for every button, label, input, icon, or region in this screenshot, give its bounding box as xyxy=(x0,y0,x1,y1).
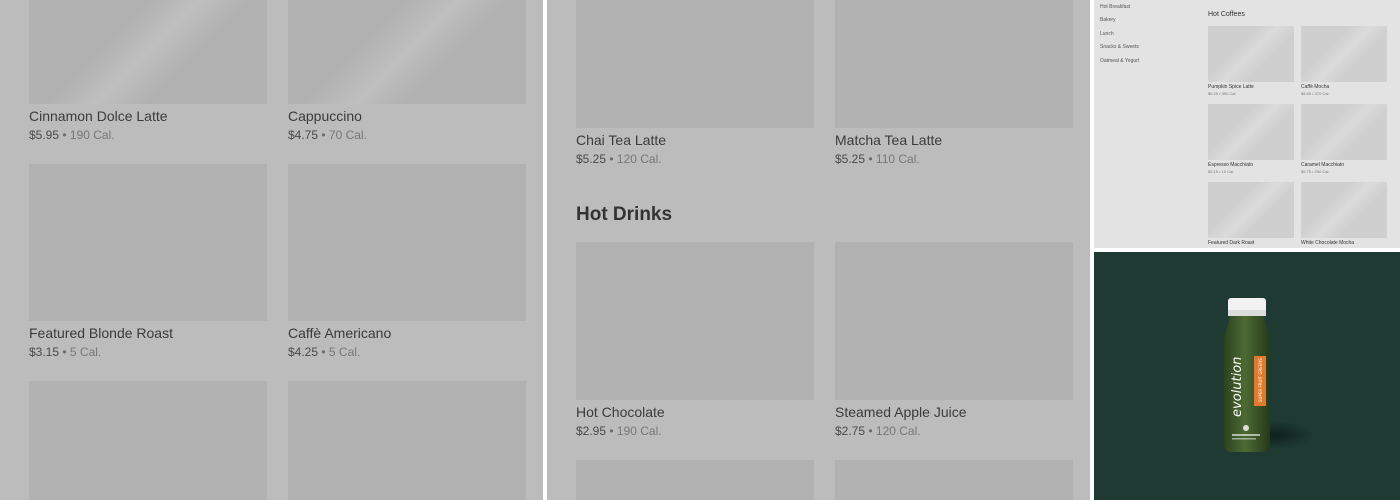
item-calories: 190 Cal. xyxy=(69,128,115,142)
sidebar-item-lunch[interactable]: Lunch xyxy=(1100,31,1114,37)
item-image[interactable] xyxy=(29,381,267,500)
item-meta: $2.75 • 120 Cal. xyxy=(835,424,921,438)
item-image[interactable] xyxy=(1301,182,1387,238)
sidebar-item-snacks-sweets[interactable]: Snacks & Sweets xyxy=(1100,44,1139,50)
item-price: $2.75 xyxy=(835,424,866,438)
item-name[interactable]: Hot Chocolate xyxy=(576,404,665,420)
brand-logo: evolution xyxy=(1230,357,1245,417)
item-calories: 110 Cal. xyxy=(875,152,920,166)
item-meta: $4.75 • 70 Cal. xyxy=(288,128,367,142)
organic-seal-icon xyxy=(1243,425,1249,431)
item-image[interactable] xyxy=(835,0,1073,128)
item-name[interactable]: White Chocolate Mocha xyxy=(1301,240,1354,246)
item-name[interactable]: Cappuccino xyxy=(288,108,362,124)
item-image[interactable] xyxy=(1208,104,1294,160)
svg-text:SUPER FRUIT GREENS: SUPER FRUIT GREENS xyxy=(1258,358,1263,402)
item-name[interactable]: Cinnamon Dolce Latte xyxy=(29,108,168,124)
item-meta: $5.75 • 250 Cal. xyxy=(1301,169,1330,174)
item-meta: $4.25 • 5 Cal. xyxy=(288,345,361,359)
item-name[interactable]: Featured Dark Roast xyxy=(1208,240,1254,246)
item-name[interactable]: Steamed Apple Juice xyxy=(835,404,967,420)
item-calories: 5 Cal. xyxy=(328,345,361,359)
section-title: Hot Coffees xyxy=(1208,11,1245,18)
item-image[interactable] xyxy=(1301,104,1387,160)
section-title: Hot Drinks xyxy=(576,204,673,225)
item-calories: 70 Cal. xyxy=(328,128,367,142)
item-name[interactable]: Caramel Macchiato xyxy=(1301,162,1344,168)
item-name[interactable]: Chai Tea Latte xyxy=(576,132,666,148)
item-image[interactable] xyxy=(576,0,814,128)
item-image[interactable] xyxy=(29,164,267,321)
juice-bottle-image: evolution SUPER FRUIT GREENS xyxy=(1224,298,1314,452)
item-price: $4.75 xyxy=(288,128,319,142)
item-calories: 190 Cal. xyxy=(616,424,662,438)
item-name[interactable]: Espresso Macchiato xyxy=(1208,162,1253,168)
item-meta: $5.25 • 110 Cal. xyxy=(835,152,920,166)
product-photo: evolution SUPER FRUIT GREENS xyxy=(1094,252,1400,500)
sidebar-item-oatmeal-yogurt[interactable]: Oatmeal & Yogurt xyxy=(1100,58,1139,64)
item-meta: $2.95 • 190 Cal. xyxy=(576,424,662,438)
item-image[interactable] xyxy=(1208,26,1294,82)
item-image[interactable] xyxy=(1301,26,1387,82)
item-image[interactable] xyxy=(1208,182,1294,238)
sidebar-item-bakery[interactable]: Bakery xyxy=(1100,17,1116,23)
item-meta: $5.25 • 120 Cal. xyxy=(576,152,662,166)
item-name[interactable]: Pumpkin Spice Latte xyxy=(1208,84,1254,90)
item-calories: 120 Cal. xyxy=(616,152,662,166)
item-calories: 5 Cal. xyxy=(69,345,102,359)
item-meta: $3.15 • 5 Cal. xyxy=(29,345,102,359)
item-meta: $3.15 • 10 Cal. xyxy=(1208,169,1235,174)
item-price: $5.25 xyxy=(576,152,607,166)
item-meta: $5.95 • 190 Cal. xyxy=(29,128,115,142)
item-image[interactable] xyxy=(576,242,814,400)
item-name[interactable]: Caffè Americano xyxy=(288,325,391,341)
item-price: $5.25 xyxy=(835,152,866,166)
item-name[interactable]: Featured Blonde Roast xyxy=(29,325,173,341)
item-price: $5.95 xyxy=(29,128,60,142)
item-name[interactable]: Matcha Tea Latte xyxy=(835,132,942,148)
item-calories: 120 Cal. xyxy=(875,424,921,438)
item-image[interactable] xyxy=(835,242,1073,400)
item-image[interactable] xyxy=(576,460,814,500)
sidebar-item-hot-breakfast[interactable]: Hot Breakfast xyxy=(1100,4,1130,10)
menu-panel-left: Cinnamon Dolce Latte $5.95 • 190 Cal. Ca… xyxy=(0,0,543,500)
item-image[interactable] xyxy=(288,164,526,321)
item-meta: $6.25 • 390 Cal. xyxy=(1208,91,1237,96)
item-price: $2.95 xyxy=(576,424,607,438)
menu-panel-middle: Chai Tea Latte $5.25 • 120 Cal. Matcha T… xyxy=(547,0,1090,500)
item-name[interactable]: Caffè Mocha xyxy=(1301,84,1329,90)
item-meta: $5.45 • 370 Cal. xyxy=(1301,91,1330,96)
item-image[interactable] xyxy=(29,0,267,104)
item-price: $3.15 xyxy=(29,345,60,359)
menu-panel-thumbnail: Hot Breakfast Bakery Lunch Snacks & Swee… xyxy=(1094,0,1400,248)
item-image[interactable] xyxy=(288,381,526,500)
item-image[interactable] xyxy=(288,0,526,104)
item-image[interactable] xyxy=(835,460,1073,500)
item-price: $4.25 xyxy=(288,345,319,359)
